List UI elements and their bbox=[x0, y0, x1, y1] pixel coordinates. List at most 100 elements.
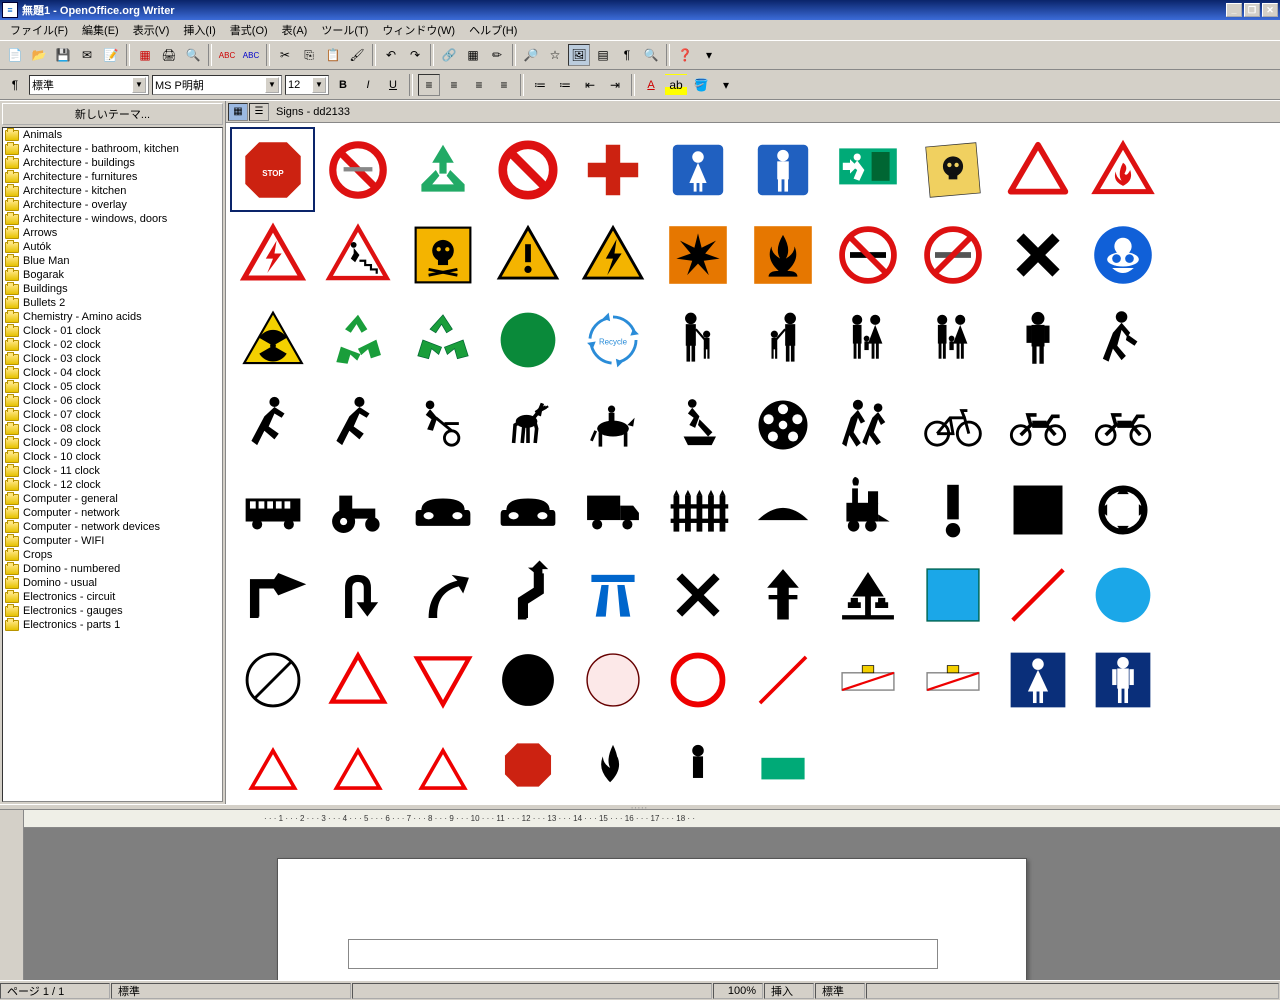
theme-item[interactable]: Chemistry - Amino acids bbox=[3, 310, 222, 324]
gallery-item-family[interactable] bbox=[825, 297, 910, 382]
theme-item[interactable]: Domino - numbered bbox=[3, 562, 222, 576]
theme-item[interactable]: Domino - usual bbox=[3, 576, 222, 590]
gallery-item-x-cross[interactable] bbox=[655, 552, 740, 637]
gallery-item-recycle-arrows[interactable]: Recycle bbox=[570, 297, 655, 382]
gallery-item-train[interactable] bbox=[825, 467, 910, 552]
gallery-icon-grid[interactable]: STOP Recycle bbox=[226, 123, 1280, 804]
gallery-item-two-people[interactable] bbox=[825, 382, 910, 467]
gallery-item-triangle-down[interactable] bbox=[400, 637, 485, 722]
gallery-item-bicycle[interactable] bbox=[910, 382, 995, 467]
gallery-item-triangle-partial-3[interactable] bbox=[400, 722, 485, 804]
gallery-item-no-smoking[interactable] bbox=[825, 212, 910, 297]
font-color-icon[interactable]: A bbox=[640, 74, 662, 96]
table-icon[interactable]: ▦ bbox=[462, 44, 484, 66]
gallery-item-woman-sign-3d[interactable] bbox=[655, 127, 740, 212]
paste-icon[interactable]: 📋 bbox=[322, 44, 344, 66]
gallery-item-voltage-warning-3d[interactable] bbox=[230, 212, 315, 297]
gallery-item-turn-right[interactable] bbox=[230, 552, 315, 637]
gallery-item-runner-alt[interactable] bbox=[315, 382, 400, 467]
gallery-item-emergency-exit-3d[interactable] bbox=[825, 127, 910, 212]
gallery-item-picnic[interactable] bbox=[825, 552, 910, 637]
theme-item[interactable]: Clock - 11 clock bbox=[3, 464, 222, 478]
theme-item[interactable]: Clock - 08 clock bbox=[3, 422, 222, 436]
gallery-item-u-turn[interactable] bbox=[315, 552, 400, 637]
minimize-button[interactable]: _ bbox=[1226, 3, 1242, 17]
restore-button[interactable]: ❐ bbox=[1244, 3, 1260, 17]
theme-item[interactable]: Clock - 12 clock bbox=[3, 478, 222, 492]
menu-item[interactable]: 書式(O) bbox=[224, 20, 274, 40]
theme-item[interactable]: Crops bbox=[3, 548, 222, 562]
theme-item[interactable]: Computer - network devices bbox=[3, 520, 222, 534]
gallery-item-voltage-triangle[interactable] bbox=[570, 212, 655, 297]
gallery-item-blank[interactable] bbox=[1080, 722, 1165, 804]
gallery-item-adult-child[interactable] bbox=[655, 297, 740, 382]
theme-item[interactable]: Computer - WIFI bbox=[3, 534, 222, 548]
theme-item[interactable]: Autók bbox=[3, 240, 222, 254]
toolbar-overflow-icon[interactable]: ▾ bbox=[698, 44, 720, 66]
hyperlink-icon[interactable]: 🔗 bbox=[438, 44, 460, 66]
theme-item[interactable]: Buildings bbox=[3, 282, 222, 296]
gallery-item-triangle-up[interactable] bbox=[315, 637, 400, 722]
datasources-icon[interactable]: ▤ bbox=[592, 44, 614, 66]
status-zoom[interactable]: 100% bbox=[713, 983, 763, 999]
align-center-icon[interactable]: ≡ bbox=[443, 74, 465, 96]
theme-item[interactable]: Electronics - circuit bbox=[3, 590, 222, 604]
gallery-item-truck[interactable] bbox=[570, 467, 655, 552]
align-justify-icon[interactable]: ≡ bbox=[493, 74, 515, 96]
gallery-item-explosion-orange[interactable] bbox=[655, 212, 740, 297]
gallery-item-circle-slash[interactable] bbox=[230, 637, 315, 722]
gallery-item-goggles-mandatory[interactable] bbox=[1080, 212, 1165, 297]
fmt-overflow-icon[interactable]: ▾ bbox=[715, 74, 737, 96]
save-icon[interactable]: 💾 bbox=[52, 44, 74, 66]
gallery-item-blank[interactable] bbox=[825, 722, 910, 804]
gallery-item-square-black[interactable] bbox=[995, 467, 1080, 552]
menu-item[interactable]: 表(A) bbox=[276, 20, 314, 40]
email-icon[interactable]: ✉ bbox=[76, 44, 98, 66]
list-view-button[interactable]: ☰ bbox=[249, 103, 269, 121]
theme-item[interactable]: Clock - 05 clock bbox=[3, 380, 222, 394]
theme-item[interactable]: Bullets 2 bbox=[3, 296, 222, 310]
copy-icon[interactable]: ⎘ bbox=[298, 44, 320, 66]
theme-item[interactable]: Architecture - bathroom, kitchen bbox=[3, 142, 222, 156]
gallery-item-horse-rider[interactable] bbox=[570, 382, 655, 467]
gallery-item-stop-sign[interactable]: STOP bbox=[230, 127, 315, 212]
gallery-item-motorcycle[interactable] bbox=[995, 382, 1080, 467]
gallery-item-woman-wc[interactable] bbox=[995, 637, 1080, 722]
close-button[interactable]: ✕ bbox=[1262, 3, 1278, 17]
menu-item[interactable]: ヘルプ(H) bbox=[463, 20, 523, 40]
gallery-item-prohibition-3d[interactable] bbox=[485, 127, 570, 212]
theme-item[interactable]: Animals bbox=[3, 128, 222, 142]
gallery-item-curve[interactable] bbox=[400, 552, 485, 637]
gallery-item-pink-circle[interactable] bbox=[570, 637, 655, 722]
gallery-item-blank[interactable] bbox=[910, 722, 995, 804]
gallery-item-no-smoking-alt[interactable] bbox=[910, 212, 995, 297]
new-theme-button[interactable]: 新しいテーマ... bbox=[2, 103, 223, 125]
gallery-item-green-sign[interactable] bbox=[740, 722, 825, 804]
find-icon[interactable]: 🔎 bbox=[520, 44, 542, 66]
gallery-item-green-dot[interactable] bbox=[485, 297, 570, 382]
spellcheck-icon[interactable]: ABC bbox=[216, 44, 238, 66]
theme-item[interactable]: Clock - 02 clock bbox=[3, 338, 222, 352]
gallery-item-radiation[interactable] bbox=[230, 297, 315, 382]
italic-icon[interactable]: I bbox=[357, 74, 379, 96]
gallery-item-flame[interactable] bbox=[570, 722, 655, 804]
edit-icon[interactable]: 📝 bbox=[100, 44, 122, 66]
gallery-item-man-wc[interactable] bbox=[1080, 637, 1165, 722]
theme-item[interactable]: Architecture - furnitures bbox=[3, 170, 222, 184]
status-std[interactable]: 標準 bbox=[815, 983, 865, 999]
menu-item[interactable]: 挿入(I) bbox=[177, 20, 221, 40]
theme-item[interactable]: Architecture - overlay bbox=[3, 198, 222, 212]
align-right-icon[interactable]: ≡ bbox=[468, 74, 490, 96]
gallery-item-person[interactable] bbox=[995, 297, 1080, 382]
menu-item[interactable]: 表示(V) bbox=[127, 20, 176, 40]
theme-item[interactable]: Architecture - windows, doors bbox=[3, 212, 222, 226]
theme-item[interactable]: Architecture - buildings bbox=[3, 156, 222, 170]
open-icon[interactable]: 📂 bbox=[28, 44, 50, 66]
gallery-item-family-alt[interactable] bbox=[910, 297, 995, 382]
gallery-item-recycle-outline[interactable] bbox=[400, 297, 485, 382]
gallery-item-no-smoking-3d[interactable] bbox=[315, 127, 400, 212]
navigator-icon[interactable]: ☆ bbox=[544, 44, 566, 66]
show-draw-icon[interactable]: ✏ bbox=[486, 44, 508, 66]
theme-item[interactable]: Electronics - parts 1 bbox=[3, 618, 222, 632]
gallery-item-x-mark[interactable] bbox=[995, 212, 1080, 297]
